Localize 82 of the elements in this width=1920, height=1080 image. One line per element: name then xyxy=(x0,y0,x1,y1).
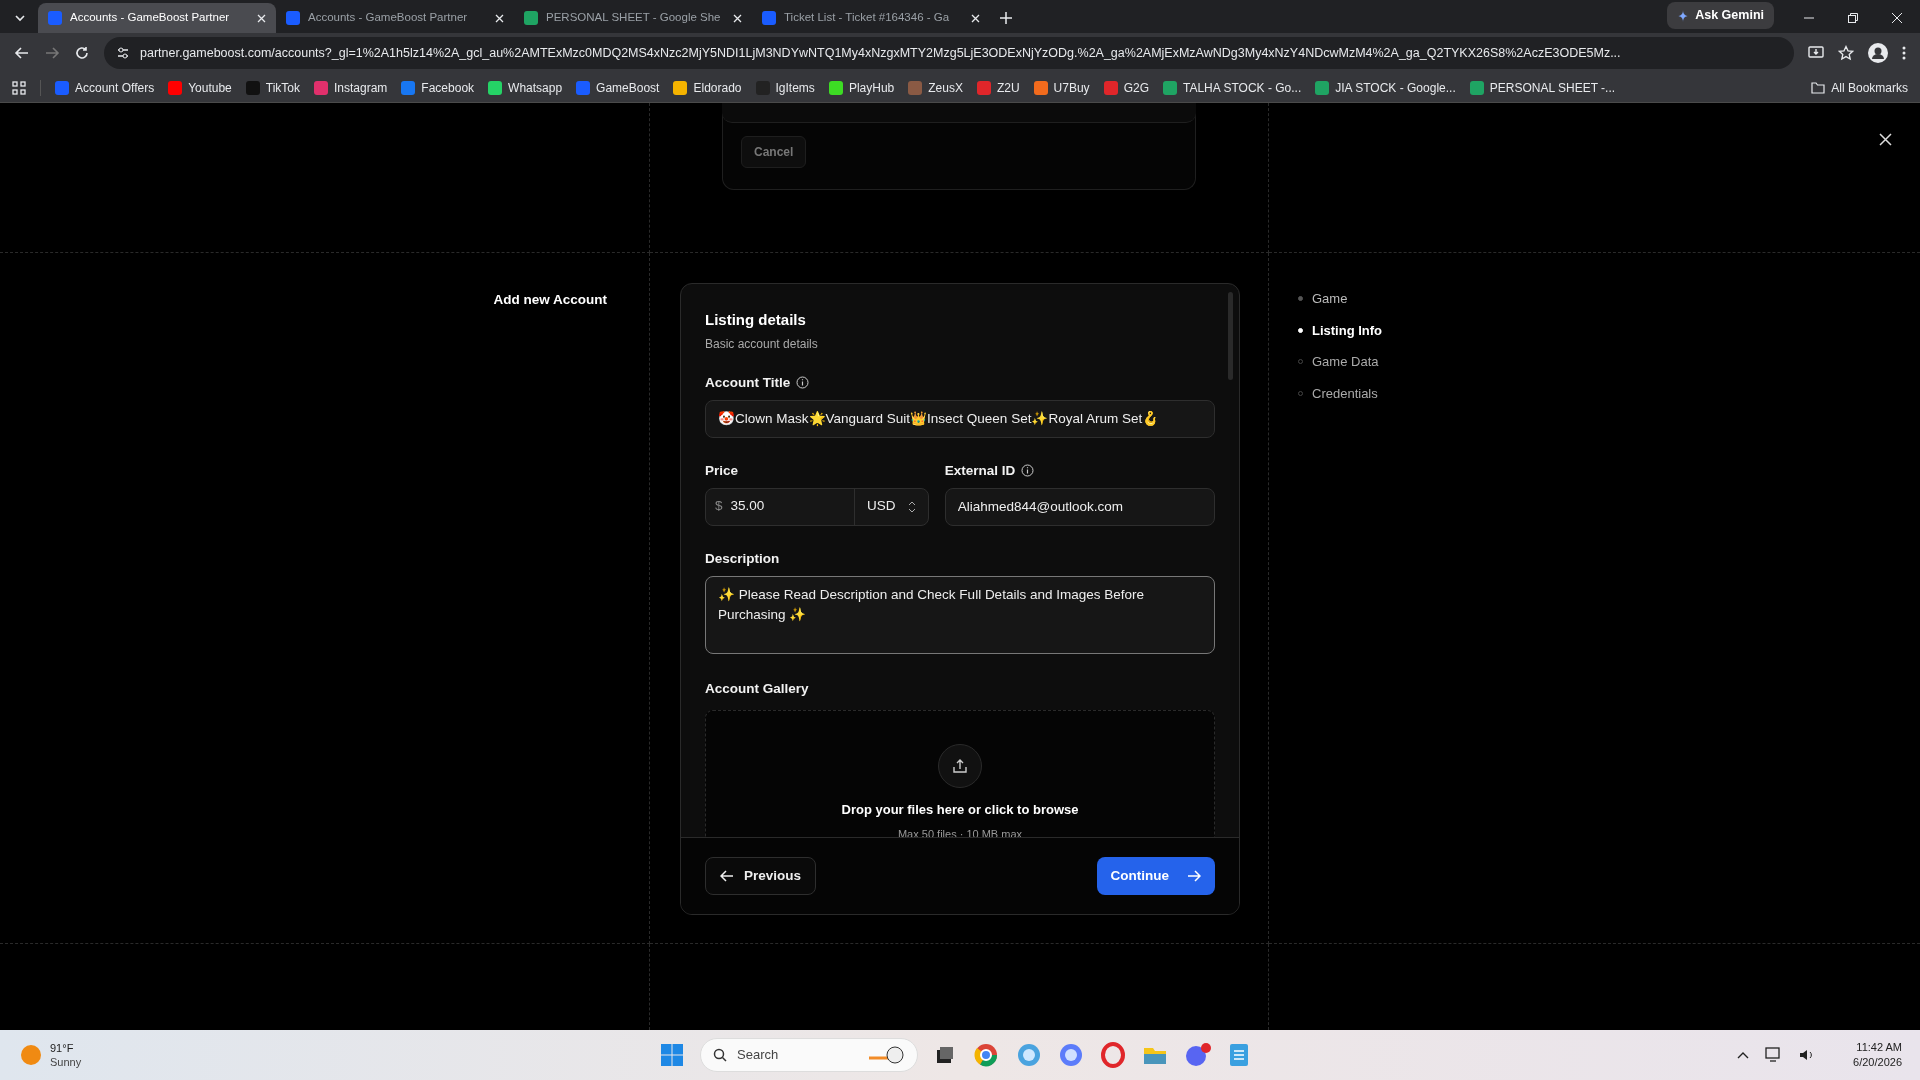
description-field[interactable]: ✨ Please Read Description and Check Full Details and Images Before Purchasing ✨ xyxy=(705,575,1215,654)
step-link[interactable]: Game Data xyxy=(1312,352,1379,372)
field-label: Account Title xyxy=(705,373,791,392)
forward-icon[interactable] xyxy=(44,45,60,61)
external-id-field[interactable]: Aliahmed844@outlook.com xyxy=(944,487,1215,526)
close-tab-icon[interactable] xyxy=(971,13,980,23)
previous-button[interactable]: Previous xyxy=(705,856,817,896)
install-icon[interactable] xyxy=(1808,45,1824,61)
bookmark-link[interactable]: TALHA STOCK - Go... xyxy=(1162,78,1302,97)
scrollbar-thumb[interactable] xyxy=(1228,292,1233,380)
search-icon xyxy=(713,1048,727,1062)
ask-gemini-button[interactable]: Ask Gemini xyxy=(1667,2,1774,29)
bookmark-link[interactable]: JIA STOCK - Google... xyxy=(1315,78,1456,97)
restore-icon[interactable] xyxy=(1848,13,1858,23)
address-bar[interactable] xyxy=(104,37,1794,69)
more-menu-icon[interactable] xyxy=(1902,45,1906,61)
info-icon xyxy=(796,376,810,390)
chat-app-icon[interactable] xyxy=(1184,1042,1212,1068)
bookmark-link[interactable]: Eldorado xyxy=(673,78,742,97)
field-label: Description xyxy=(705,549,780,568)
section-subtitle: Basic account details xyxy=(705,335,819,353)
profile-avatar-icon[interactable] xyxy=(1868,43,1888,63)
url-text: partner.gameboost.com/accounts?_gl=1%2A1h5lz14%2A_gcl_au%2AMTExMzc0MDQ2MS4xNzc2MjY5NDI1LjM3NDYwNTQ1My4xNzgxMTY2Mzg5LjE3ODExNjYzODg.%2A_ga%2AMjExMzAwNDg3My4xNzY4NDcwMzM4%2A_ga_Q2TYKX26S8%2AczE3ODE5Mz... xyxy=(140,44,1621,62)
sun-icon xyxy=(20,1044,42,1066)
field-label: Account Gallery xyxy=(705,679,809,698)
close-window-icon[interactable] xyxy=(1892,13,1902,23)
bookmark-link[interactable]: U7Buy xyxy=(1033,78,1090,97)
step-link[interactable]: Listing Info xyxy=(1312,320,1383,340)
field-label: Price xyxy=(705,461,739,480)
bookmark-link[interactable]: GameBoost xyxy=(576,78,660,97)
clock-time: 11:42 AM xyxy=(1855,1040,1902,1055)
ring-app-icon[interactable] xyxy=(1100,1042,1126,1068)
drop-prompt: Drop your files here or click to browse xyxy=(841,800,1079,819)
bookmark-link[interactable]: PERSONAL SHEET -... xyxy=(1469,78,1616,97)
browser-tab[interactable]: PERSONAL SHEET - Google She xyxy=(514,3,752,33)
windows-logo-icon[interactable] xyxy=(660,1043,684,1067)
info-icon xyxy=(1021,464,1035,478)
step-link[interactable]: Credentials xyxy=(1312,383,1378,403)
bookmark-link[interactable]: Z2U xyxy=(976,78,1020,97)
browser-icon[interactable] xyxy=(972,1041,1000,1069)
temperature-text: 91°F xyxy=(50,1040,75,1055)
all-bookmarks-button[interactable]: All Bookmarks xyxy=(1811,78,1908,97)
bookmark-link[interactable]: Account Offers xyxy=(55,78,155,97)
browser-tab[interactable]: Accounts - GameBoost Partner xyxy=(276,3,514,33)
bookmark-link[interactable]: Whatsapp xyxy=(488,78,563,97)
bookmark-link[interactable]: ZeusX xyxy=(908,78,963,97)
close-tab-icon[interactable] xyxy=(495,13,504,23)
reload-icon[interactable] xyxy=(74,45,90,61)
bookmark-link[interactable]: TikTok xyxy=(245,78,300,97)
bookmark-link[interactable]: PlayHub xyxy=(828,78,895,97)
close-tab-icon[interactable] xyxy=(257,13,266,23)
arrow-left-icon xyxy=(720,870,734,882)
close-icon[interactable] xyxy=(1879,133,1892,146)
apps-grid-icon[interactable] xyxy=(12,80,26,95)
browser-tab[interactable]: Ticket List - Ticket #164346 - Ga xyxy=(752,3,990,33)
arrow-right-icon xyxy=(1187,870,1201,882)
section-title: Listing details xyxy=(705,310,807,330)
circle-app-icon[interactable] xyxy=(1058,1042,1084,1068)
field-label: External ID xyxy=(944,461,1016,480)
account-title-field[interactable]: 🤡Clown Mask🌟Vanguard Suit👑Insect Queen Set✨Royal Arum Set🪝 xyxy=(705,399,1215,438)
chevron-up-icon[interactable] xyxy=(1737,1051,1750,1059)
clock-date: 6/20/2026 xyxy=(1853,1055,1902,1070)
step-link[interactable]: Game xyxy=(1312,289,1348,309)
upload-icon xyxy=(938,743,982,788)
browser-tab[interactable]: Accounts - GameBoost Partner xyxy=(38,3,276,33)
bookmark-link[interactable]: Instagram xyxy=(314,78,388,97)
continue-button[interactable]: Continue xyxy=(1096,856,1215,896)
close-tab-icon[interactable] xyxy=(733,13,742,23)
new-tab-icon[interactable] xyxy=(1000,12,1012,24)
bookmark-link[interactable]: IgItems xyxy=(755,78,815,97)
bookmark-link[interactable]: G2G xyxy=(1103,78,1149,97)
bookmark-star-icon[interactable] xyxy=(1838,45,1854,61)
page-heading: Add new Account xyxy=(493,291,607,309)
weather-condition: Sunny xyxy=(50,1055,82,1070)
folder-icon xyxy=(1811,81,1826,94)
cancel-button[interactable]: Cancel xyxy=(741,136,807,168)
site-settings-icon[interactable] xyxy=(116,46,130,60)
back-icon[interactable] xyxy=(14,45,30,61)
task-view-icon[interactable] xyxy=(934,1044,956,1066)
bookmark-link[interactable]: Youtube xyxy=(168,78,232,97)
bookmark-link[interactable]: Facebook xyxy=(401,78,475,97)
taskbar-search-field[interactable]: Search xyxy=(700,1038,918,1072)
